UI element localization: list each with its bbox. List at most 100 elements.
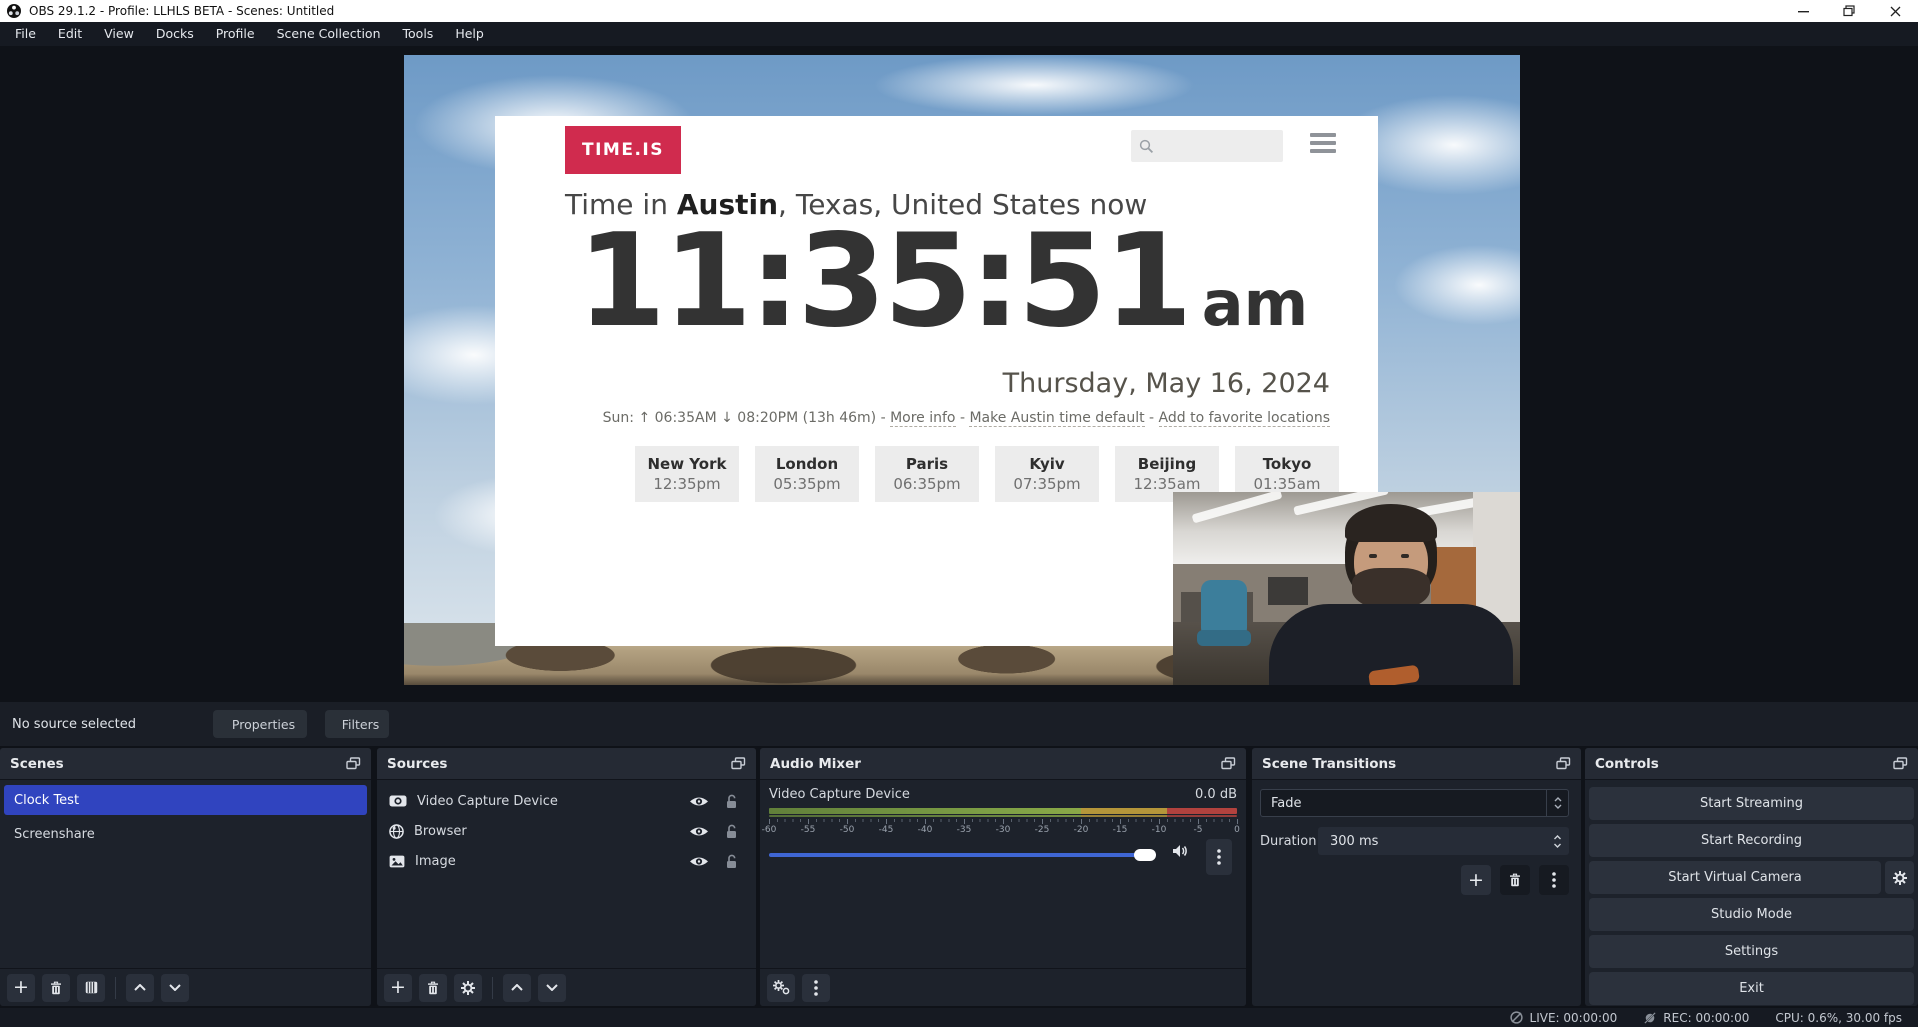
properties-button[interactable]: Properties xyxy=(213,710,307,738)
transitions-body: Fade Duration 300 ms + xyxy=(1252,781,1581,1006)
transition-options-button[interactable] xyxy=(1539,865,1569,895)
transitions-header: Scene Transitions xyxy=(1252,748,1581,780)
cloud xyxy=(874,55,1194,115)
start-virtual-camera-button[interactable]: Start Virtual Camera xyxy=(1589,861,1881,894)
chevron-down-icon xyxy=(546,984,558,991)
menu-help[interactable]: Help xyxy=(444,22,495,46)
studio-mode-button[interactable]: Studio Mode xyxy=(1589,898,1914,931)
program-video[interactable]: TIME.IS Time in Austin, Texas, United St… xyxy=(404,55,1520,685)
start-recording-button[interactable]: Start Recording xyxy=(1589,824,1914,857)
spinner-arrows[interactable] xyxy=(1545,835,1569,848)
eye-visible-icon[interactable] xyxy=(689,825,709,838)
clock-display: 11:35:51 am xyxy=(577,212,1308,353)
unlock-icon[interactable] xyxy=(725,794,738,809)
duration-spinner[interactable]: 300 ms xyxy=(1318,827,1569,855)
trash-icon xyxy=(427,981,439,995)
selection-status: No source selected xyxy=(12,702,136,746)
scene-transitions-panel: Scene Transitions Fade Duration 300 ms xyxy=(1252,748,1581,1006)
add-transition-button[interactable]: + xyxy=(1461,865,1491,895)
kebab-icon xyxy=(814,980,818,996)
add-scene-button[interactable]: + xyxy=(7,974,35,1002)
maximize-icon xyxy=(1843,5,1855,17)
search-input xyxy=(1131,130,1283,162)
menu-tools[interactable]: Tools xyxy=(392,22,445,46)
chevron-down-icon xyxy=(169,984,181,991)
source-properties-button[interactable] xyxy=(454,974,482,1002)
preview-canvas[interactable]: TIME.IS Time in Austin, Texas, United St… xyxy=(0,46,1918,702)
remove-scene-button[interactable] xyxy=(42,974,70,1002)
mixer-options-button[interactable] xyxy=(1206,839,1232,875)
close-icon xyxy=(1890,6,1901,17)
menu-scene-collection[interactable]: Scene Collection xyxy=(266,22,392,46)
add-source-button[interactable]: + xyxy=(384,974,412,1002)
menu-edit[interactable]: Edit xyxy=(47,22,93,46)
source-item-browser[interactable]: Browser xyxy=(377,816,756,846)
transition-select[interactable]: Fade xyxy=(1260,789,1569,817)
sun-times: Sun: ↑ 06:35AM ↓ 08:20PM (13h 46m) xyxy=(603,410,876,426)
person-eye xyxy=(1401,554,1409,558)
volume-meter-secondary xyxy=(769,815,1237,817)
popout-icon[interactable] xyxy=(346,757,361,770)
trash-icon xyxy=(1509,873,1521,887)
menu-profile[interactable]: Profile xyxy=(205,22,266,46)
virtual-camera-settings-button[interactable] xyxy=(1885,861,1914,894)
sources-panel: Sources Video Capture Device Browser xyxy=(377,748,756,1006)
scene-item-clock-test[interactable]: Clock Test xyxy=(4,785,367,815)
source-item-image[interactable]: Image xyxy=(377,846,756,876)
add-favorite-link: Add to favorite locations xyxy=(1159,410,1330,427)
scene-item-screenshare[interactable]: Screenshare xyxy=(4,819,367,849)
clock-ampm: am xyxy=(1202,267,1308,340)
chevron-up-icon xyxy=(134,984,146,991)
volume-slider-handle[interactable] xyxy=(1134,849,1156,861)
advanced-audio-button[interactable] xyxy=(767,974,795,1002)
move-scene-up-button[interactable] xyxy=(126,974,154,1002)
make-default-link: Make Austin time default xyxy=(969,410,1144,427)
volume-slider[interactable] xyxy=(769,853,1156,857)
popout-icon[interactable] xyxy=(1893,757,1908,770)
move-source-up-button[interactable] xyxy=(503,974,531,1002)
menubar: File Edit View Docks Profile Scene Colle… xyxy=(0,22,1918,46)
city-card: Paris06:35pm xyxy=(875,446,979,502)
scene-filters-button[interactable] xyxy=(77,974,105,1002)
popout-icon[interactable] xyxy=(1221,757,1236,770)
controls-body: Start Streaming Start Recording Start Vi… xyxy=(1585,781,1918,1006)
kebab-icon xyxy=(1552,872,1556,888)
remove-source-button[interactable] xyxy=(419,974,447,1002)
status-bar: LIVE: 00:00:00 REC: 00:00:00 CPU: 0.6%, … xyxy=(0,1008,1918,1027)
eye-visible-icon[interactable] xyxy=(689,855,709,868)
city-card: Kyiv07:35pm xyxy=(995,446,1099,502)
unlock-icon[interactable] xyxy=(725,854,738,869)
webcam-overlay[interactable] xyxy=(1173,492,1520,685)
scenes-toolbar: + xyxy=(0,968,371,1006)
scenes-header: Scenes xyxy=(0,748,371,780)
menu-view[interactable]: View xyxy=(93,22,145,46)
speaker-icon[interactable] xyxy=(1172,844,1188,858)
advanced-audio-icon xyxy=(773,980,790,995)
scenes-title: Scenes xyxy=(10,756,64,772)
obs-window: OBS 29.1.2 - Profile: LLHLS BETA - Scene… xyxy=(0,0,1918,1027)
settings-button[interactable]: Settings xyxy=(1589,935,1914,968)
popout-icon[interactable] xyxy=(731,757,746,770)
close-button[interactable] xyxy=(1872,0,1918,22)
minimize-button[interactable] xyxy=(1780,0,1826,22)
eye-visible-icon[interactable] xyxy=(689,795,709,808)
move-source-down-button[interactable] xyxy=(538,974,566,1002)
menu-docks[interactable]: Docks xyxy=(145,22,205,46)
exit-button[interactable]: Exit xyxy=(1589,972,1914,1005)
cpu-status: CPU: 0.6%, 30.00 fps xyxy=(1775,1011,1902,1025)
mixer-menu-button[interactable] xyxy=(802,974,830,1002)
sources-title: Sources xyxy=(387,756,447,772)
duration-value: 300 ms xyxy=(1318,834,1545,849)
start-streaming-button[interactable]: Start Streaming xyxy=(1589,787,1914,820)
audio-mixer-title: Audio Mixer xyxy=(770,756,861,772)
move-scene-down-button[interactable] xyxy=(161,974,189,1002)
maximize-button[interactable] xyxy=(1826,0,1872,22)
menu-file[interactable]: File xyxy=(4,22,47,46)
filters-button[interactable]: Filters xyxy=(325,710,389,738)
plus-icon: + xyxy=(13,978,29,997)
source-item-video-capture[interactable]: Video Capture Device xyxy=(377,786,756,816)
unlock-icon[interactable] xyxy=(725,824,738,839)
remove-transition-button[interactable] xyxy=(1500,865,1530,895)
popout-icon[interactable] xyxy=(1556,757,1571,770)
chevron-up-icon xyxy=(1554,797,1562,802)
